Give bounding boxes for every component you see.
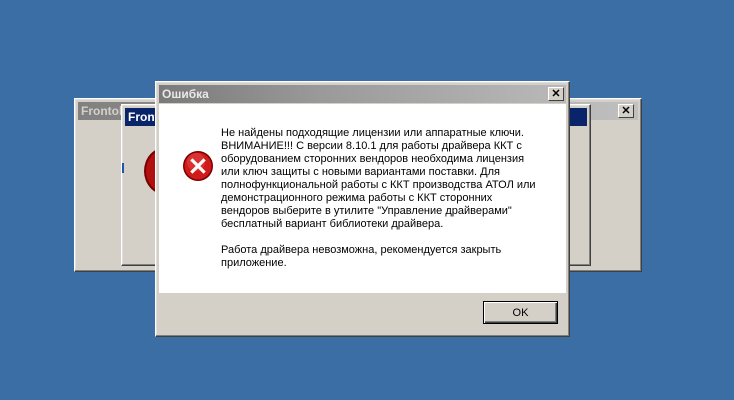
error-message: Не найдены подходящие лицензии или аппар… <box>221 127 536 269</box>
error-dialog-title: Ошибка <box>162 87 209 101</box>
background-window-title: Frontol <box>81 104 123 118</box>
error-icon <box>183 151 213 181</box>
middle-window-text-fragment <box>122 163 124 173</box>
ok-button[interactable]: OK <box>483 301 558 324</box>
error-dialog-content: Не найдены подходящие лицензии или аппар… <box>159 104 566 293</box>
error-dialog-titlebar: Ошибка ✕ <box>159 85 566 103</box>
error-dialog: Ошибка ✕ Не найдены подходящие лицензии … <box>155 81 570 337</box>
close-icon: ✕ <box>551 87 561 100</box>
close-icon: ✕ <box>621 104 631 117</box>
background-window-close-button[interactable]: ✕ <box>618 104 634 118</box>
error-dialog-close-button[interactable]: ✕ <box>548 87 564 101</box>
